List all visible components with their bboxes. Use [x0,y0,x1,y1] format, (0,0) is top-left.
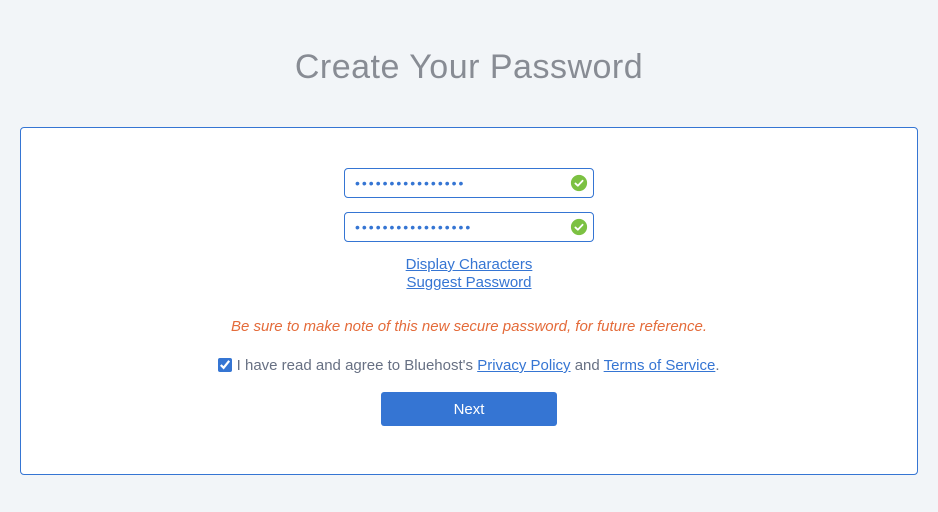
agree-suffix: . [715,357,719,374]
terms-of-service-link[interactable]: Terms of Service [604,357,716,374]
agree-prefix: I have read and agree to Bluehost's [232,357,477,374]
agree-mid: and [571,357,604,374]
next-button[interactable]: Next [381,392,557,426]
confirm-password-input[interactable] [344,212,594,242]
confirm-password-field-wrap [344,212,594,242]
password-input[interactable] [344,168,594,198]
page-title: Create Your Password [0,0,938,127]
password-card: Display Characters Suggest Password Be s… [20,127,918,475]
display-characters-link[interactable]: Display Characters [406,256,533,273]
agree-checkbox[interactable] [218,358,232,372]
password-field-wrap [344,168,594,198]
links-block: Display Characters Suggest Password [41,256,897,292]
agree-row: I have read and agree to Bluehost's Priv… [41,357,897,374]
suggest-password-link[interactable]: Suggest Password [406,274,531,291]
password-note: Be sure to make note of this new secure … [41,318,897,335]
privacy-policy-link[interactable]: Privacy Policy [477,357,570,374]
